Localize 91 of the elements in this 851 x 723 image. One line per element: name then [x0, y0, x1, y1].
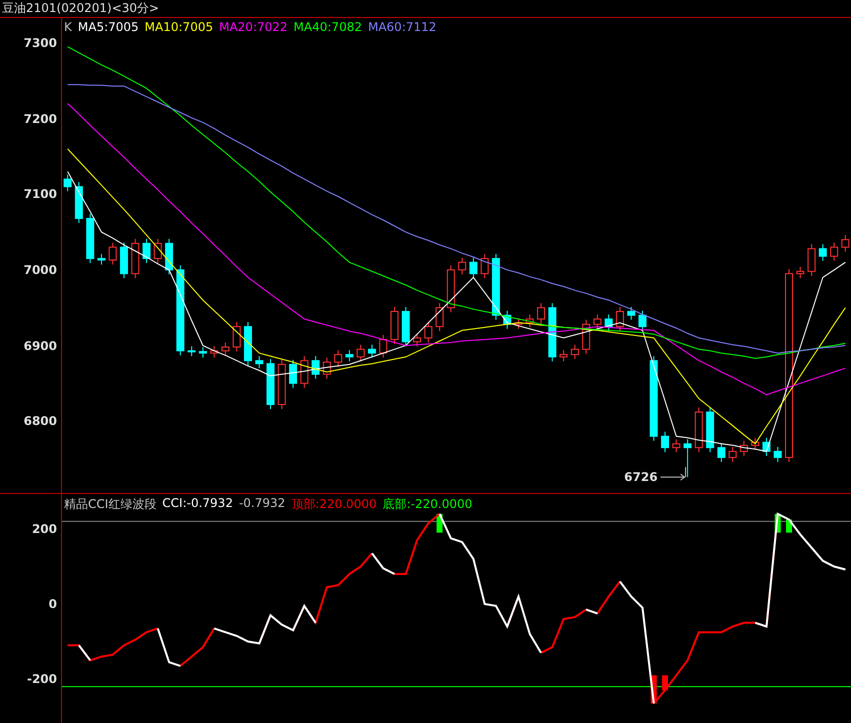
candlestick	[684, 438, 692, 478]
candlestick	[436, 302, 444, 332]
indicator-legend-label: MA60:7112	[368, 20, 436, 34]
candlestick	[390, 306, 398, 344]
candlestick	[300, 356, 308, 388]
candlestick	[560, 350, 568, 362]
candlestick	[774, 446, 782, 462]
candlestick	[232, 322, 241, 352]
candlestick	[142, 238, 151, 264]
candlestick	[379, 334, 388, 358]
axis-tick-label: 6800	[24, 414, 57, 428]
candlestick	[728, 446, 737, 462]
candlestick	[706, 407, 714, 453]
candlestick	[458, 257, 466, 275]
candlestick	[413, 332, 422, 347]
candlestick	[593, 314, 602, 330]
candlestick	[266, 358, 275, 410]
candlestick	[492, 253, 500, 320]
candlestick	[582, 319, 590, 354]
candlestick	[64, 174, 72, 192]
arrow-icon	[660, 466, 686, 481]
signal-bar	[662, 675, 668, 690]
axis-tick-label: 7100	[24, 187, 57, 202]
candlestick	[818, 244, 827, 262]
candlestick	[762, 437, 770, 456]
indicator-legend-label: MA20:7022	[219, 20, 288, 34]
candlestick	[503, 310, 512, 330]
candlestick	[368, 344, 376, 358]
candlestick	[86, 213, 94, 264]
candlestick	[841, 234, 850, 252]
candlestick	[322, 357, 331, 380]
candlestick	[289, 359, 298, 388]
candlestick	[446, 264, 455, 313]
candlestick	[537, 302, 546, 324]
indicator-legend-label: K	[64, 20, 72, 34]
candlestick	[108, 242, 117, 266]
axis-tick-label: 0	[48, 596, 57, 611]
axis-tick-label: 6900	[24, 338, 57, 352]
indicator-title: 精品CCI红绿波段	[64, 496, 156, 513]
axis-tick-label: 7000	[24, 262, 57, 277]
indicator-legend-label: -0.7932	[238, 496, 286, 512]
candlestick	[661, 431, 670, 453]
candlestick	[244, 322, 252, 366]
candlestick	[548, 302, 556, 362]
candlestick	[638, 310, 646, 332]
candlestick	[830, 242, 838, 262]
candlestick	[131, 238, 140, 279]
candlestick	[255, 356, 264, 369]
candlestick	[334, 350, 342, 368]
candlestick	[120, 242, 128, 279]
candlestick	[526, 314, 534, 328]
candlestick	[345, 350, 354, 362]
candlestick	[74, 182, 83, 224]
low-price-label: 6726	[624, 470, 658, 484]
threshold-legend-label: 顶部:220.0000	[291, 496, 377, 513]
candlestick	[469, 257, 478, 279]
candlestick	[97, 253, 106, 266]
candlestick	[694, 407, 703, 453]
candlestick	[480, 253, 489, 279]
axis-tick-label: 7300	[24, 36, 57, 50]
candlestick	[514, 318, 522, 330]
candlestick	[221, 342, 230, 356]
candlestick	[198, 346, 207, 358]
candlestick	[154, 238, 162, 264]
candlestick	[312, 356, 320, 380]
axis-tick-label: -200	[26, 672, 57, 686]
candlestick	[570, 344, 579, 360]
candlestick	[808, 244, 816, 276]
candlestick	[672, 438, 680, 453]
candlestick	[165, 238, 174, 275]
indicator-legend-label: MA10:7005	[144, 20, 214, 34]
candlestick	[616, 306, 624, 332]
candlestick	[627, 306, 636, 320]
candlestick	[717, 442, 726, 462]
axis-tick-label: 7200	[24, 112, 57, 126]
candlestick	[740, 440, 748, 456]
threshold-legend-label: 底部:-220.0000	[382, 496, 472, 513]
candlestick	[210, 346, 218, 358]
candlestick	[796, 266, 804, 279]
candlestick	[278, 359, 286, 410]
candlestick	[751, 437, 760, 450]
candlestick	[356, 344, 365, 362]
candlestick	[188, 346, 196, 357]
indicator-legend-label: MA5:7005	[78, 20, 139, 34]
chart-title: 豆油2101(020201)<30分>	[2, 0, 160, 17]
axis-tick-label: 200	[32, 522, 57, 536]
candlestick	[424, 322, 432, 343]
indicator-legend-label: MA40:7082	[294, 20, 362, 34]
candlestick	[402, 306, 410, 347]
indicator-legend-label: CCI:-0.7932	[162, 496, 233, 512]
candlestick	[604, 314, 613, 332]
